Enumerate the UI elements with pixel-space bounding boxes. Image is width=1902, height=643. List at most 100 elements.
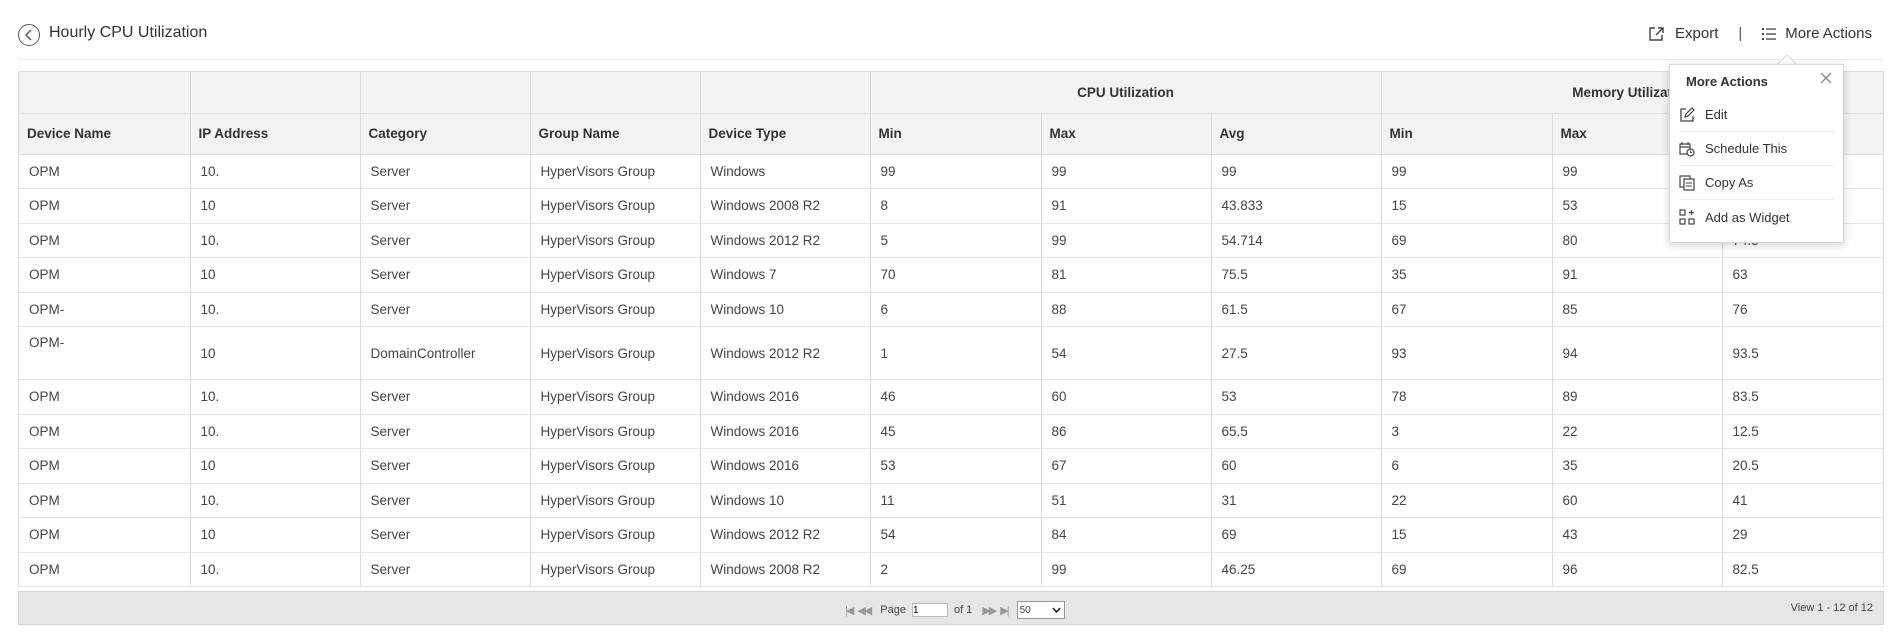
menu-item-add-widget[interactable]: Add as Widget (1679, 200, 1834, 234)
table-row[interactable]: OPM- 10 DomainController HyperVisors Group W… (19, 326, 1883, 380)
table-cell: 46 (870, 379, 1042, 415)
table-cell: OPM (19, 188, 191, 224)
action-separator: | (1738, 25, 1743, 42)
table-cell: 1 (870, 326, 1042, 380)
table-cell: 84 (1041, 517, 1212, 553)
list-icon (1762, 27, 1777, 40)
column-header[interactable]: Min (870, 113, 1042, 155)
table-cell: 99 (1041, 223, 1212, 258)
view-count: View 1 - 12 of 12 (1790, 602, 1873, 614)
table-cell: DomainController (360, 326, 531, 380)
group-header-cpu: CPU Utilization (870, 72, 1382, 114)
table-cell: HyperVisors Group (530, 414, 701, 449)
table-cell: 65.5 (1211, 414, 1382, 449)
table-cell: Server (360, 188, 531, 224)
table-cell: OPM (19, 154, 191, 189)
table-cell: 69 (1381, 552, 1553, 587)
table-row[interactable]: OPM 10. Server HyperVisors Group Windows 99 99… (19, 154, 1883, 189)
table-row[interactable]: OPM 10 Server HyperVisors Group Windows 7 70 8… (19, 257, 1883, 293)
column-header[interactable]: Group Name (530, 113, 701, 155)
menu-title: More Actions (1686, 74, 1768, 89)
page-input[interactable] (911, 603, 948, 617)
column-header[interactable]: Max (1041, 113, 1212, 155)
export-button[interactable]: Export (1648, 25, 1718, 42)
table-row[interactable]: OPM 10 Server HyperVisors Group Windows 2012… (19, 517, 1883, 553)
table-cell: 89 (1552, 379, 1723, 415)
table-cell: 10. (190, 483, 361, 518)
table-cell: 10. (190, 552, 361, 587)
table-row[interactable]: OPM 10 Server HyperVisors Group Windows 2008… (19, 188, 1883, 224)
more-actions-button[interactable]: More Actions (1762, 25, 1872, 42)
back-arrow-icon (25, 29, 32, 41)
table-row[interactable]: OPM 10. Server HyperVisors Group Windows 201… (19, 414, 1883, 449)
column-header[interactable]: Avg (1211, 113, 1382, 155)
page-size-select[interactable]: 50 (1016, 601, 1065, 619)
table-cell: 10 (190, 326, 361, 380)
first-page-icon[interactable]: |◀ (845, 604, 854, 617)
table-cell: 11 (870, 483, 1042, 518)
table-cell: 35 (1381, 257, 1553, 293)
header-divider (18, 59, 1882, 60)
table-cell: 8 (870, 188, 1042, 224)
table-cell: 85 (1552, 292, 1723, 327)
table-cell: HyperVisors Group (530, 223, 701, 258)
table-cell: Windows 2012 R2 (700, 517, 871, 553)
menu-item-schedule[interactable]: Schedule This (1679, 132, 1834, 166)
table-cell: 22 (1381, 483, 1553, 518)
table-cell: 83.5 (1722, 379, 1883, 415)
widget-icon (1679, 209, 1695, 225)
export-label: Export (1675, 25, 1719, 42)
column-header[interactable]: Device Name (19, 113, 191, 155)
page-of-label: of 1 (953, 604, 973, 616)
table-row[interactable]: OPM 10. Server HyperVisors Group Windows 10 1… (19, 483, 1883, 518)
table-row[interactable]: OPM 10. Server HyperVisors Group Windows 201… (19, 223, 1883, 258)
table-cell: 10. (190, 379, 361, 415)
prev-page-icon[interactable]: ◀◀ (857, 604, 872, 617)
table-row[interactable]: OPM- 10. Server HyperVisors Group Windows 10… (19, 292, 1883, 327)
table-cell: 82.5 (1722, 552, 1883, 587)
table-cell: OPM (19, 257, 191, 293)
table-cell: 76 (1722, 292, 1883, 327)
table-cell: 60 (1552, 483, 1723, 518)
table-cell: 54.714 (1211, 223, 1382, 258)
table-row[interactable]: OPM 10. Server HyperVisors Group Windows 200… (19, 552, 1883, 587)
table-cell: 99 (1041, 154, 1212, 189)
table-cell: Windows 2016 (700, 414, 871, 449)
table-cell: OPM (19, 552, 191, 587)
page-title: Hourly CPU Utilization (49, 24, 208, 41)
table-cell: 61.5 (1211, 292, 1382, 327)
back-button[interactable] (18, 24, 40, 46)
last-page-icon[interactable]: ▶| (1000, 604, 1009, 617)
table-cell: Windows 2016 (700, 379, 871, 415)
menu-item-copy-as[interactable]: Copy As (1679, 166, 1834, 200)
table-cell: 94 (1552, 326, 1723, 380)
table-cell: 31 (1211, 483, 1382, 518)
table-cell: 91 (1552, 257, 1723, 293)
column-header[interactable]: Min (1381, 113, 1553, 155)
table-cell: 10 (190, 448, 361, 484)
table-cell: OPM (19, 414, 191, 449)
column-header[interactable]: Category (360, 113, 531, 155)
table-cell: 99 (1381, 154, 1553, 189)
close-icon (1820, 72, 1832, 84)
menu-close-button[interactable] (1819, 71, 1833, 88)
column-header[interactable]: IP Address (190, 113, 361, 155)
next-page-icon[interactable]: ▶▶ (982, 604, 997, 617)
table-cell: HyperVisors Group (530, 154, 701, 189)
table-cell: 10 (190, 517, 361, 553)
table-row[interactable]: OPM 10 Server HyperVisors Group Windows 2016… (19, 448, 1883, 484)
table-cell: 10. (190, 154, 361, 189)
table-cell: Windows (700, 154, 871, 189)
table-row[interactable]: OPM 10. Server HyperVisors Group Windows 201… (19, 379, 1883, 415)
menu-item-edit[interactable]: Edit (1679, 98, 1834, 132)
more-actions-label: More Actions (1785, 25, 1872, 42)
table-cell: Windows 10 (700, 292, 871, 327)
table-cell: 10. (190, 292, 361, 327)
table-cell: HyperVisors Group (530, 257, 701, 293)
group-header-row: CPU Utilization Memory Utilization (19, 72, 1883, 114)
table-cell: Server (360, 517, 531, 553)
column-header[interactable]: Device Type (700, 113, 871, 155)
table-cell: 10 (190, 257, 361, 293)
table-cell: OPM- (19, 292, 191, 327)
table-cell: 29 (1722, 517, 1883, 553)
